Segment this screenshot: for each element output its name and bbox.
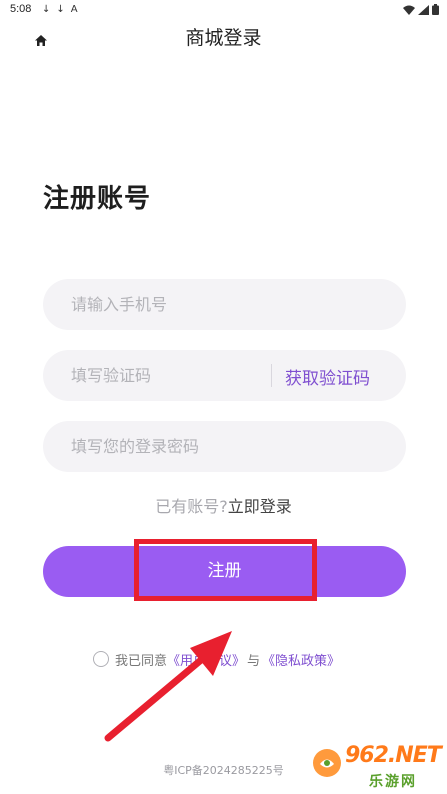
login-prompt: 已有账号?立即登录 [0, 493, 447, 517]
password-input[interactable] [43, 421, 406, 472]
agree-prefix: 我已同意 [115, 653, 168, 669]
user-agreement-link[interactable]: 《用户协议》 [167, 650, 245, 669]
phone-input[interactable] [43, 279, 406, 330]
privacy-policy-link[interactable]: 《隐私政策》 [262, 650, 340, 669]
watermark-logo-icon [313, 749, 341, 777]
status-system-icons [403, 4, 439, 15]
get-code-button[interactable]: 获取验证码 [285, 364, 370, 389]
code-input[interactable] [43, 350, 271, 401]
page-header: 商城登录 [0, 18, 447, 54]
status-notification-icons: ↓ ↓ A [42, 3, 78, 17]
status-time: 5:08 [10, 3, 32, 15]
agree-checkbox[interactable] [93, 651, 109, 667]
code-divider [271, 364, 272, 387]
watermark: 962.NET 乐游网 [311, 741, 442, 791]
page-title: 商城登录 [185, 27, 262, 49]
app-notification-icon: A [70, 4, 78, 15]
agree-join: 与 [247, 653, 261, 669]
password-field [43, 421, 406, 472]
download-icon: ↓ [56, 4, 65, 15]
battery-icon [432, 4, 439, 15]
watermark-brand: 962.NET [345, 743, 442, 768]
wifi-icon [403, 5, 415, 15]
phone-field [43, 279, 406, 330]
signal-icon [418, 4, 429, 15]
agreement-row: 我已同意 《用户协议》 与 《隐私政策》 [93, 650, 340, 669]
register-button[interactable]: 注册 [43, 546, 406, 597]
code-field: 获取验证码 [43, 350, 406, 401]
download-icon: ↓ [42, 4, 51, 15]
watermark-sub: 乐游网 [369, 774, 417, 790]
login-link[interactable]: 立即登录 [228, 497, 292, 516]
form-heading: 注册账号 [43, 184, 152, 214]
have-account-text: 已有账号? [155, 497, 228, 516]
